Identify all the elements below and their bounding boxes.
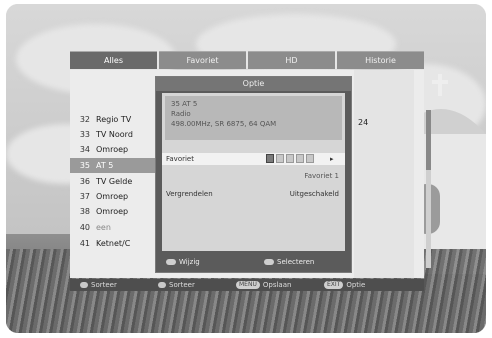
channel-row[interactable]: 32 Regio TV <box>70 112 162 127</box>
button-legend: Sorteer Sorteer MENU Opslaan EXIT Optie <box>70 279 424 291</box>
legend-save: MENU Opslaan <box>236 279 291 291</box>
legend-option: EXIT Optie <box>324 279 365 291</box>
favorite-slot-5[interactable] <box>306 154 314 163</box>
lock-label[interactable]: Vergrendelen <box>166 190 213 198</box>
tab-hd[interactable]: HD <box>248 51 335 69</box>
red-key-icon <box>80 282 88 288</box>
tab-favorite[interactable]: Favoriet <box>159 51 246 69</box>
favorite-slot-2[interactable] <box>276 154 284 163</box>
channel-info: 35 AT 5 Radio 498.00MHz, SR 6875, 64 QAM <box>165 96 342 140</box>
dialog-title: Optie <box>156 77 351 91</box>
ok-key-icon <box>264 259 274 265</box>
favorite-slot-4[interactable] <box>296 154 304 163</box>
channel-row-selected[interactable]: 35 AT 5 <box>70 158 162 173</box>
channel-row[interactable]: 37 Omroep <box>70 189 162 204</box>
option-dialog: Optie 35 AT 5 Radio 498.00MHz, SR 6875, … <box>155 76 352 273</box>
hint-select: Selecteren <box>264 258 314 266</box>
favorite-slot-1[interactable] <box>266 154 274 163</box>
lock-value[interactable]: Uitgeschakeld <box>290 190 339 198</box>
scrollbar-thumb[interactable] <box>426 110 431 170</box>
legend-sort-1: Sorteer <box>80 279 117 291</box>
legend-sort-2: Sorteer <box>158 279 195 291</box>
dialog-hints: Wijzig Selecteren <box>156 255 351 271</box>
history-number: 24 <box>358 118 369 127</box>
channel-row[interactable]: 36 TV Gelde <box>70 174 162 189</box>
channel-row[interactable]: 40 een <box>70 220 162 235</box>
exit-key-icon: EXIT <box>324 281 344 289</box>
tab-all[interactable]: Alles <box>70 51 157 69</box>
favorite-sublabel: Favoriet 1 <box>304 172 339 180</box>
channel-row[interactable]: 41 Ketnet/C <box>70 236 162 251</box>
favorite-selector[interactable]: Favoriet ▸ <box>162 153 345 165</box>
favorite-label: Favoriet <box>166 155 194 163</box>
history-column <box>354 70 414 278</box>
green-key-icon <box>158 282 166 288</box>
info-frequency: 498.00MHz, SR 6875, 64 QAM <box>171 120 277 128</box>
scrollbar[interactable] <box>426 110 431 268</box>
dialog-body: 35 AT 5 Radio 498.00MHz, SR 6875, 64 QAM… <box>162 93 345 251</box>
chevron-right-icon[interactable]: ▸ <box>330 153 334 165</box>
favorite-slot-3[interactable] <box>286 154 294 163</box>
info-channel: 35 AT 5 <box>171 100 198 108</box>
channel-row[interactable]: 38 Omroep <box>70 204 162 219</box>
channel-row[interactable]: 34 Omroep <box>70 142 162 157</box>
favorite-slots <box>266 154 314 163</box>
hint-move: Wijzig <box>166 258 200 266</box>
channel-row[interactable]: 33 TV Noord <box>70 127 162 142</box>
tab-history[interactable]: Historie <box>337 51 424 69</box>
arrow-keys-icon <box>166 259 176 265</box>
category-tabs: Alles Favoriet HD Historie <box>70 51 424 69</box>
info-type: Radio <box>171 110 191 118</box>
menu-key-icon: MENU <box>236 281 260 289</box>
